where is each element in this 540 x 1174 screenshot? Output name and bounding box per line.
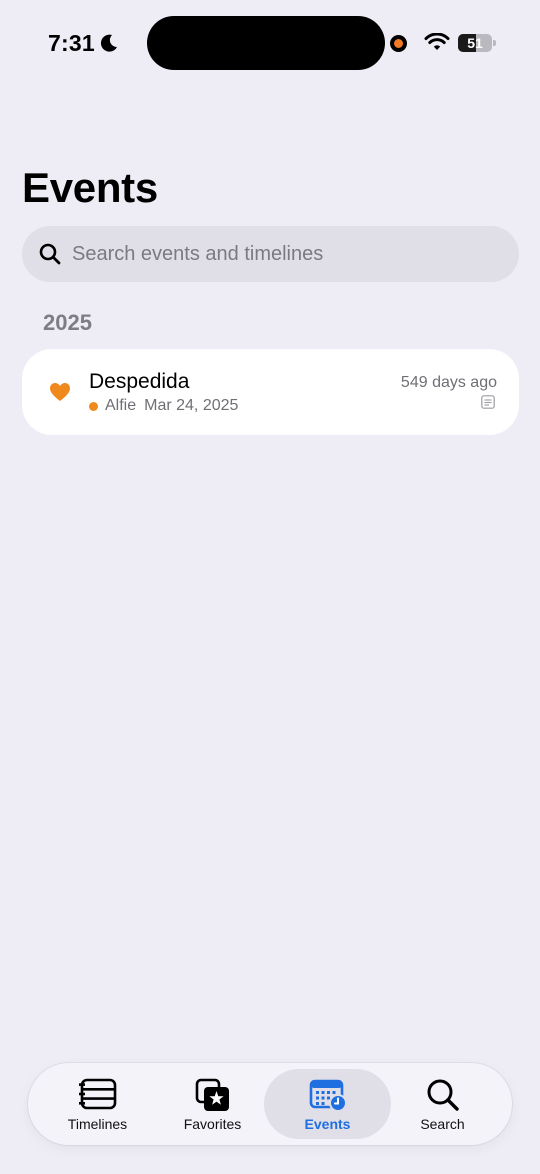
- wifi-icon: [424, 33, 450, 50]
- events-icon: [309, 1079, 347, 1112]
- tab-favorites[interactable]: Favorites: [149, 1069, 276, 1139]
- tab-search[interactable]: Search: [379, 1069, 506, 1139]
- search-icon: [39, 243, 61, 265]
- status-time: 7:31: [48, 30, 95, 56]
- tab-label-favorites: Favorites: [183, 1116, 242, 1132]
- page-title: Events: [22, 164, 158, 211]
- heart-icon: [50, 383, 70, 401]
- battery-icon: 51: [458, 34, 492, 52]
- events-screen: 7:31 51 Events 2025 Despedida Alfie Mar …: [0, 0, 540, 1174]
- tab-label-search: Search: [420, 1116, 465, 1132]
- event-person: Alfie: [105, 397, 137, 414]
- search-input[interactable]: [72, 226, 502, 282]
- event-relative-time: 549 days ago: [400, 374, 497, 391]
- moon-icon: [100, 34, 117, 52]
- search-bar[interactable]: [22, 226, 519, 282]
- recording-indicator: [390, 35, 407, 52]
- battery-cap: [493, 40, 496, 46]
- dynamic-island: [147, 16, 385, 70]
- event-title: Despedida: [89, 370, 190, 393]
- favorites-icon: [195, 1078, 229, 1111]
- timelines-icon: [78, 1078, 116, 1110]
- tab-bar: Timelines Favorites Events Search: [28, 1063, 512, 1145]
- tab-timelines[interactable]: Timelines: [34, 1069, 161, 1139]
- section-header-year: 2025: [43, 310, 92, 335]
- person-color-dot: [89, 401, 98, 411]
- search-icon: [427, 1079, 459, 1111]
- note-icon: [481, 395, 495, 409]
- event-meta: Alfie Mar 24, 2025: [89, 397, 238, 415]
- tab-label-timelines: Timelines: [67, 1116, 128, 1132]
- battery-level: 51: [467, 35, 483, 51]
- event-card[interactable]: Despedida Alfie Mar 24, 2025 549 days ag…: [22, 349, 519, 435]
- tab-events[interactable]: Events: [264, 1069, 391, 1139]
- tab-label-events: Events: [304, 1116, 351, 1132]
- event-date: Mar 24, 2025: [144, 397, 239, 414]
